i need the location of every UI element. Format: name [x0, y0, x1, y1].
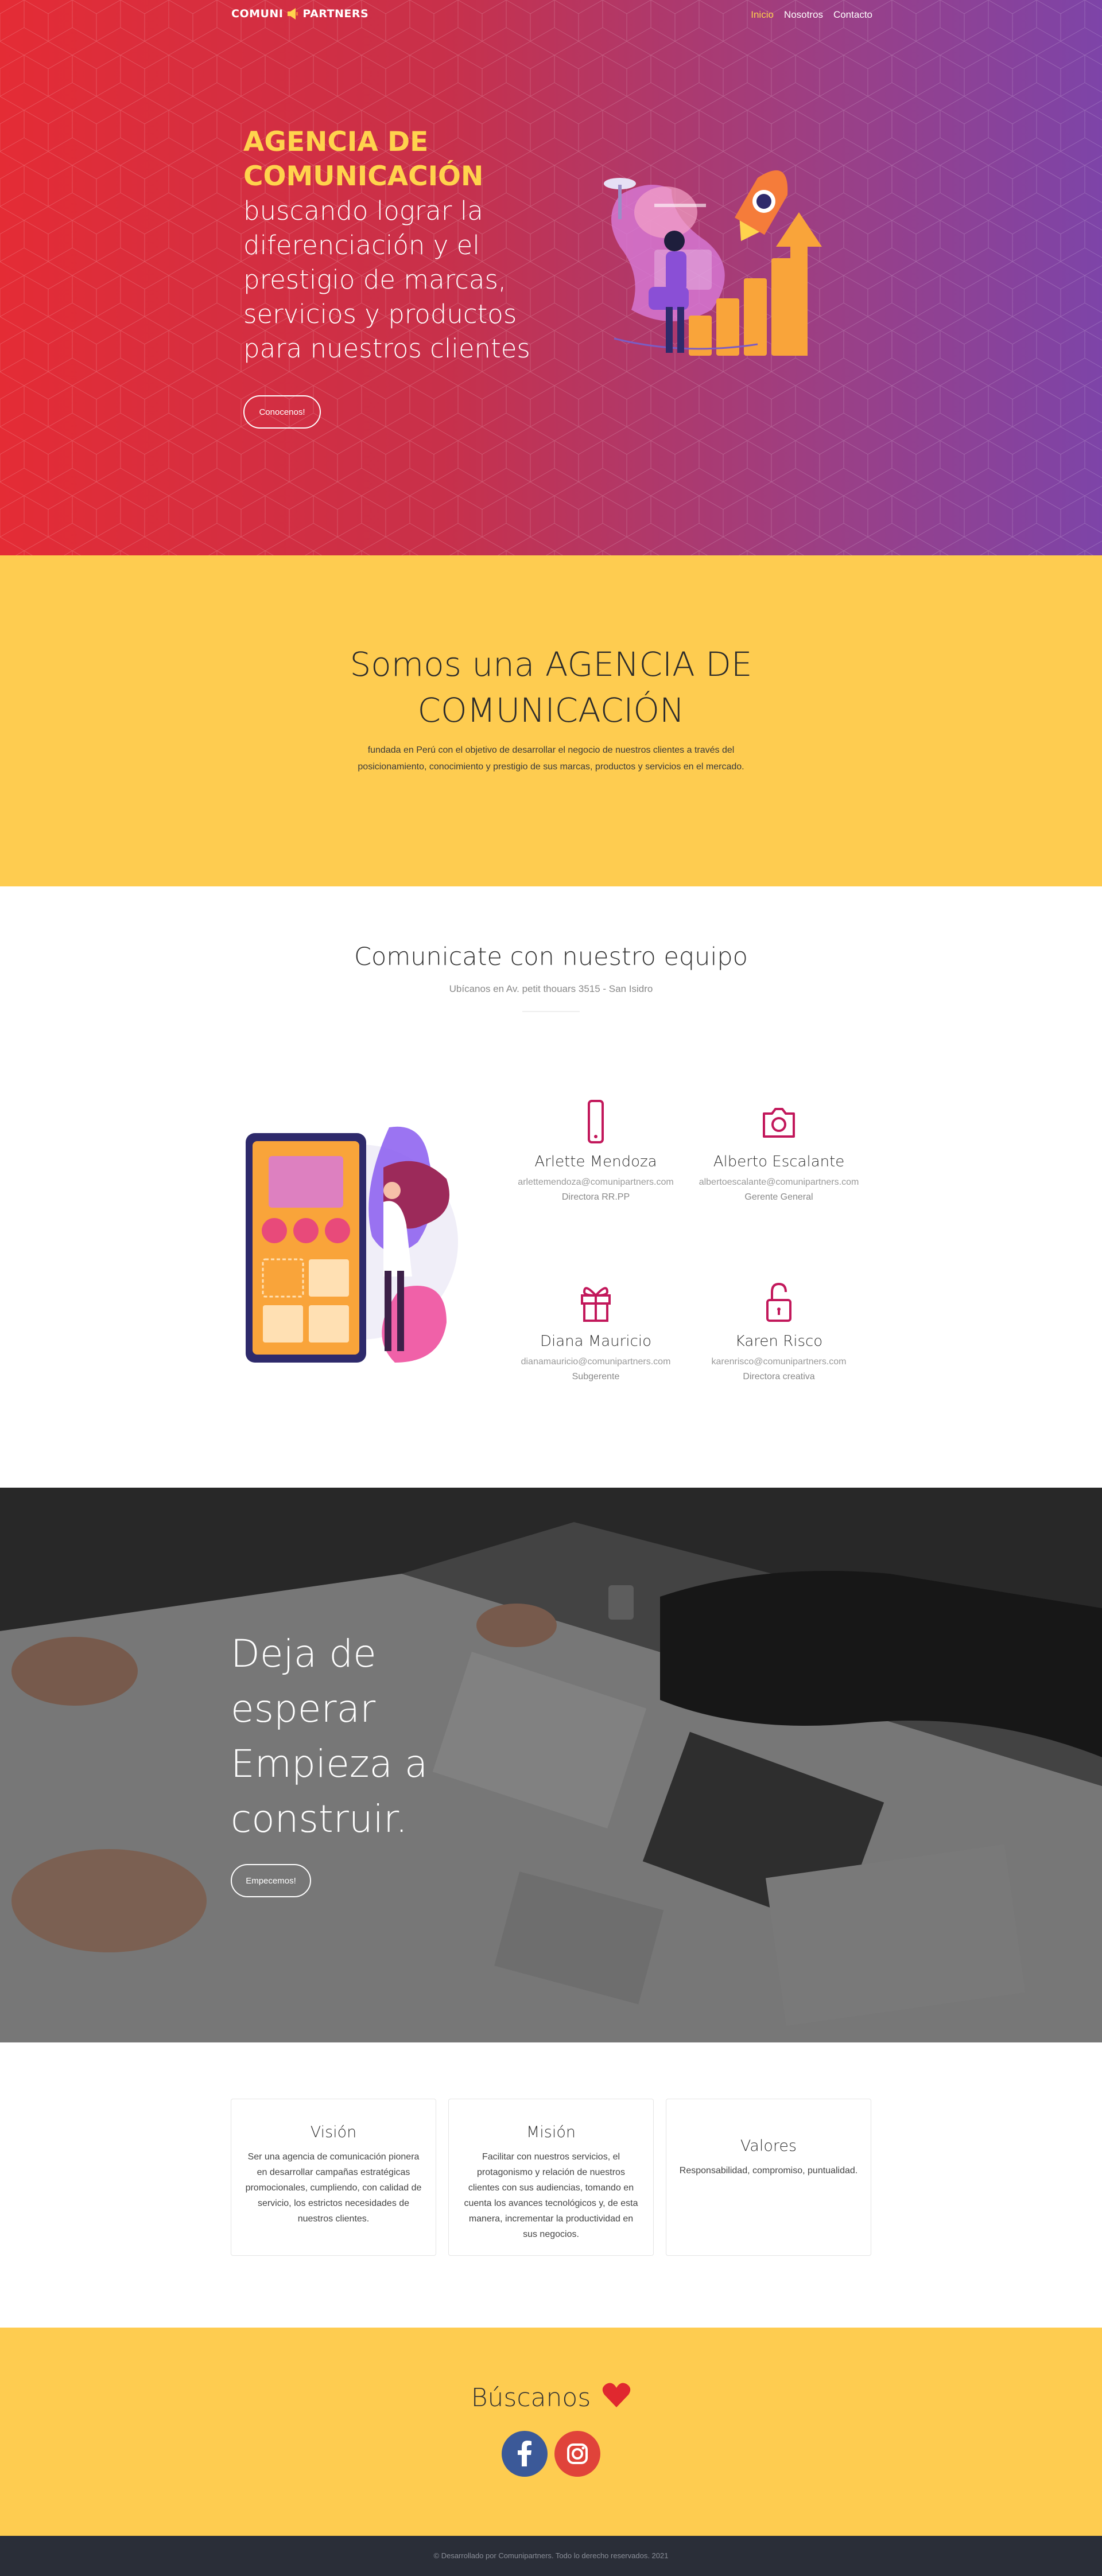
instagram-icon: [567, 2443, 588, 2464]
member-role: Subgerente: [572, 1372, 620, 1382]
workspace-photo: [0, 1488, 1102, 2042]
instagram-link[interactable]: [554, 2431, 600, 2477]
brand-right: PARTNERS: [302, 7, 369, 20]
team-address: Ubícanos en Av. petit thouars 3515 - San…: [449, 983, 653, 994]
card-text: Ser una agencia de comunicación pionera …: [245, 2152, 422, 2224]
nav-link-nosotros[interactable]: Nosotros: [784, 9, 823, 21]
member-name: Arlette Mendoza: [534, 1153, 657, 1170]
member-name: Alberto Escalante: [713, 1153, 845, 1170]
card-title: Visión: [310, 2123, 357, 2141]
about-title: Somos una AGENCIA DE COMUNICACIÓN: [0, 641, 1102, 733]
unlock-icon: [766, 1282, 791, 1322]
card-text: Facilitar con nuestros servicios, el pro…: [464, 2152, 638, 2239]
member-email[interactable]: arlettemendoza@comunipartners.com: [501, 1177, 690, 1188]
conocenos-button[interactable]: Conocenos!: [243, 395, 321, 429]
contact-title: Búscanos: [0, 2382, 1102, 2412]
card-title: Valores: [740, 2137, 797, 2155]
nav-link-contacto[interactable]: Contacto: [833, 9, 872, 21]
vision-card: Visión Ser una agencia de comunicación p…: [231, 2099, 436, 2256]
values-section: Visión Ser una agencia de comunicación p…: [0, 2042, 1102, 2328]
member-email[interactable]: karenrisco@comunipartners.com: [684, 1357, 874, 1367]
megaphone-icon: [286, 7, 299, 21]
phone-woman-illustration: [246, 1126, 458, 1363]
hero-subtitle: buscando lograr la diferenciación y el p…: [243, 196, 530, 364]
contact-title-text: Búscanos: [471, 2383, 591, 2412]
empecemos-button[interactable]: Empecemos!: [231, 1864, 311, 1897]
footer-copyright: © Desarrollado por Comunipartners. Todo …: [433, 2551, 669, 2560]
footer: © Desarrollado por Comunipartners. Todo …: [0, 2536, 1102, 2576]
heart-icon: [603, 2383, 631, 2407]
hero-section: AGENCIA DE COMUNICACIÓN buscando lograr …: [0, 0, 1102, 555]
member-email[interactable]: dianamauricio@comunipartners.com: [501, 1357, 690, 1367]
contact-section: Búscanos: [0, 2328, 1102, 2536]
member-name: Diana Mauricio: [540, 1333, 652, 1350]
member-role: Directora RR.PP: [561, 1192, 630, 1202]
card-text: Responsabilidad, compromiso, puntualidad…: [679, 2166, 858, 2176]
about-description: fundada en Perú con el objetivo de desar…: [358, 745, 744, 772]
cta-title: Deja de esperar Empieza a construir.: [231, 1632, 428, 1841]
nav-links: Inicio Nosotros Contacto: [751, 9, 872, 21]
team-member-diana: Diana Mauricio dianamauricio@comunipartn…: [501, 1278, 690, 1382]
nav-link-inicio[interactable]: Inicio: [751, 9, 774, 21]
smartphone-icon: [588, 1100, 604, 1143]
hero-title: AGENCIA DE COMUNICACIÓN: [243, 126, 484, 192]
member-email[interactable]: albertoescalante@comunipartners.com: [684, 1177, 874, 1188]
mision-card: Misión Facilitar con nuestros servicios,…: [448, 2099, 654, 2256]
member-role: Directora creativa: [743, 1372, 815, 1382]
gift-icon: [581, 1287, 611, 1322]
member-name: Karen Risco: [735, 1333, 823, 1350]
team-member-arlette: Arlette Mendoza arlettemendoza@comunipar…: [501, 1099, 690, 1203]
rocket-growth-illustration: [604, 170, 822, 356]
team-member-alberto: Alberto Escalante albertoescalante@comun…: [684, 1099, 874, 1203]
brand-left: COMUNI: [231, 7, 284, 20]
team-title: Comunicate con nuestro equipo: [354, 943, 748, 971]
divider: [522, 1011, 580, 1012]
facebook-icon: [518, 2441, 531, 2466]
cta-section: Deja de esperar Empieza a construir. Emp…: [0, 1488, 1102, 2042]
member-role: Gerente General: [744, 1192, 813, 1202]
team-section: Comunicate con nuestro equipo Ubícanos e…: [0, 886, 1102, 1488]
brand-logo[interactable]: COMUNI PARTNERS: [231, 7, 368, 21]
about-section: Somos una AGENCIA DE COMUNICACIÓN fundad…: [0, 555, 1102, 886]
card-title: Misión: [526, 2123, 576, 2141]
facebook-link[interactable]: [502, 2431, 548, 2477]
camera-icon: [763, 1108, 795, 1138]
top-navbar: COMUNI PARTNERS Inicio Nosotros Contacto: [0, 0, 1102, 32]
hexagon-pattern: [0, 0, 1102, 555]
valores-card: Valores Responsabilidad, compromiso, pun…: [666, 2099, 871, 2256]
about-title-text: Somos una AGENCIA DE COMUNICACIÓN: [350, 645, 752, 730]
team-member-karen: Karen Risco karenrisco@comunipartners.co…: [684, 1278, 874, 1382]
